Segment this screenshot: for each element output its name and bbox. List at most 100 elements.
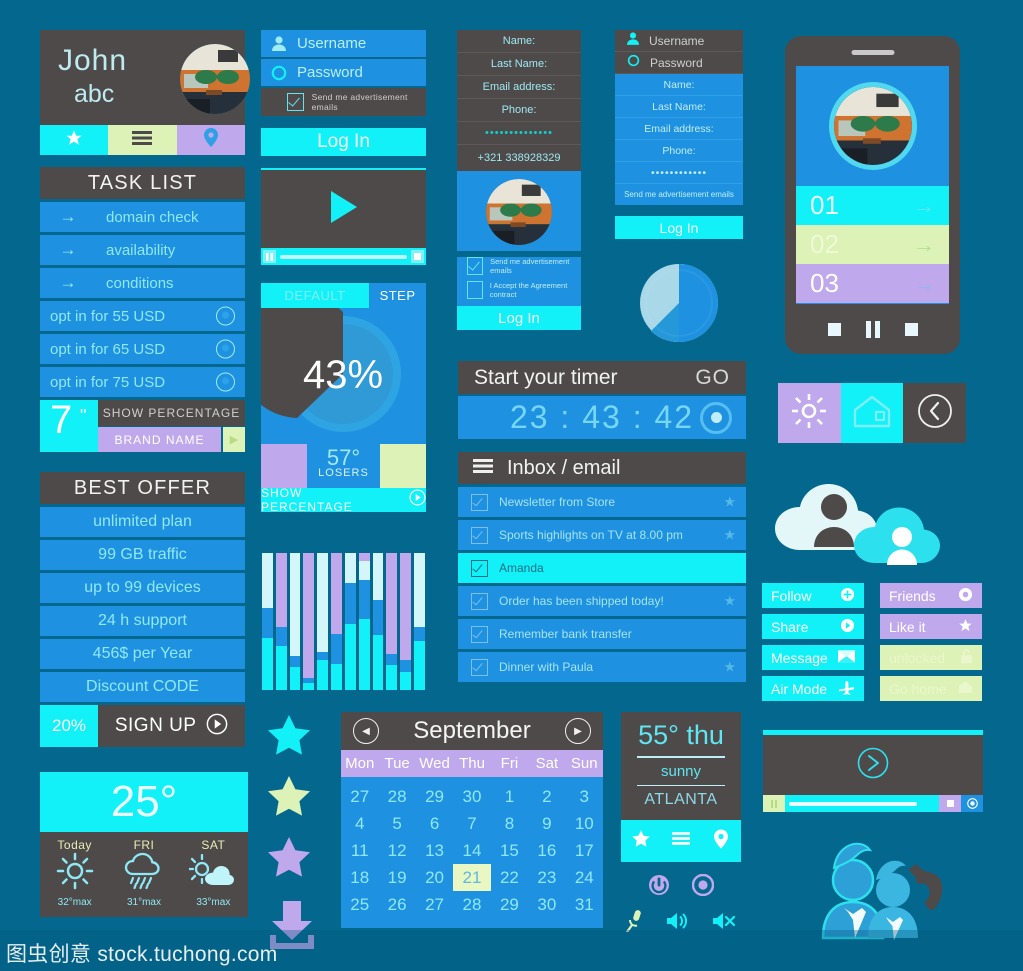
radio-button-icon[interactable] [216,339,235,359]
follow-button[interactable]: Follow [762,583,864,608]
calendar-day[interactable]: 29 [416,783,453,810]
mail-row[interactable]: Newsletter from Store ★ [458,487,746,517]
task-row-opt[interactable]: opt in for 65 USD [40,334,245,364]
calendar-day[interactable]: 10 [566,810,603,837]
brand-name-label[interactable]: BRAND NAME [98,427,221,452]
advertisement-checkbox-row[interactable]: Send me advertisement emails [261,88,426,116]
register-field[interactable]: Phone: [615,140,743,162]
stop-square-icon[interactable] [904,322,918,336]
pause-icon[interactable] [263,250,276,263]
login-button-secondary[interactable]: Log In [615,216,743,239]
go-home-button[interactable]: Go home [880,676,982,701]
calendar-day[interactable]: 25 [341,891,378,918]
register-checkbox-row[interactable]: Send me advertisement emails [467,257,581,275]
star-icon[interactable]: ★ [723,494,736,511]
task-row[interactable]: → availability [40,235,245,265]
calendar-day[interactable]: 14 [453,837,490,864]
calendar-day[interactable]: 31 [566,891,603,918]
star-icon[interactable] [265,712,327,763]
task-row[interactable]: → domain check [40,202,245,232]
register-field[interactable]: Email address: [457,76,581,99]
tile-home[interactable] [840,383,904,443]
star-icon[interactable]: ★ [723,527,736,544]
register-password-mask[interactable]: •••••••••••••• [457,122,581,145]
offer-row[interactable]: 24 h support [40,606,245,636]
register-login-button[interactable]: Log In [457,306,581,330]
profile-tab-favorites[interactable] [40,125,109,155]
register-field[interactable]: Name: [615,74,743,96]
register-field[interactable]: Email address: [615,118,743,140]
offer-row[interactable]: 456$ per Year [40,639,245,669]
calendar-day[interactable]: 20 [416,864,453,891]
pause-icon[interactable] [763,795,785,812]
play-circle-outline-icon[interactable] [857,747,889,784]
mail-row[interactable]: Sports highlights on TV at 8.00 pm ★ [458,520,746,550]
calendar-day[interactable]: 26 [378,891,415,918]
calendar-day[interactable]: 2 [528,783,565,810]
show-percentage-label[interactable]: SHOW PERCENTAGE [98,400,245,426]
radio-button-icon[interactable] [216,372,235,392]
password-field[interactable]: Password [615,52,743,74]
power-icon[interactable] [648,874,670,901]
calendar-day[interactable]: 18 [341,864,378,891]
checkbox-icon[interactable] [467,281,483,299]
tile-brightness[interactable] [778,383,841,443]
calendar-day-today[interactable]: 21 [453,864,491,891]
password-field[interactable]: Password [261,59,426,86]
show-percentage-button[interactable]: SHOW PERCENTAGE [261,486,426,514]
share-button[interactable]: Share [762,614,864,639]
calendar-day[interactable]: 23 [528,864,565,891]
calendar-day[interactable]: 22 [491,864,528,891]
mail-row[interactable]: Amanda [458,553,746,583]
calendar-day[interactable]: 27 [416,891,453,918]
register-field[interactable]: Last Name: [457,53,581,76]
register-field[interactable]: Last Name: [615,96,743,118]
calendar-day[interactable]: 29 [491,891,528,918]
task-row-opt[interactable]: opt in for 55 USD [40,301,245,331]
checkbox-icon[interactable] [471,592,488,610]
air-mode-button[interactable]: Air Mode [762,676,864,701]
video-progress-bar[interactable] [280,254,407,259]
calendar-day[interactable]: 19 [378,864,415,891]
unlocked-button[interactable]: unlocked [880,645,982,670]
checkbox-icon[interactable] [467,257,484,275]
record-circle-icon[interactable] [700,401,732,434]
checkbox-icon[interactable] [471,493,488,511]
register-checkbox-row[interactable]: I Accept the Agreement contract [467,281,581,299]
calendar-day[interactable]: 28 [378,783,415,810]
calendar-day[interactable]: 24 [566,864,603,891]
password-mask[interactable]: •••••••••••• [615,162,743,184]
stop-square-icon[interactable] [411,250,424,263]
offer-row[interactable]: up to 99 devices [40,573,245,603]
stop-square-icon[interactable] [827,322,841,336]
username-field[interactable]: Username [615,30,743,52]
chevron-right-circle-icon[interactable]: ▶ [565,718,591,744]
calendar-day[interactable]: 7 [453,810,490,837]
weather-tab-location[interactable] [701,820,741,862]
tab-default[interactable]: DEFAULT [261,283,370,308]
calendar-day[interactable]: 27 [341,783,378,810]
calendar-day[interactable]: 4 [341,810,378,837]
task-row[interactable]: → conditions [40,268,245,298]
player-progress-bar[interactable] [785,795,939,812]
mail-row[interactable]: Dinner with Paula ★ [458,652,746,682]
message-button[interactable]: Message [762,645,864,670]
star-icon[interactable]: ★ [723,659,736,676]
checkbox-icon[interactable] [471,658,488,676]
calendar-day[interactable]: 5 [378,810,415,837]
calendar-day[interactable]: 28 [453,891,490,918]
friends-button[interactable]: Friends [880,583,982,608]
tile-back[interactable] [903,383,967,443]
login-button[interactable]: Log In [261,128,426,156]
mail-row[interactable]: Order has been shipped today! ★ [458,586,746,616]
username-field[interactable]: Username [261,30,426,57]
play-arrow-icon[interactable]: ▶ [223,427,245,452]
play-triangle-icon[interactable] [329,190,359,229]
calendar-day[interactable]: 12 [378,837,415,864]
phone-menu-row[interactable]: 03 → [796,264,949,303]
calendar-day[interactable]: 1 [491,783,528,810]
chevron-left-circle-icon[interactable]: ◀ [353,718,379,744]
calendar-day[interactable]: 3 [566,783,603,810]
calendar-day[interactable]: 17 [566,837,603,864]
offer-row[interactable]: unlimited plan [40,507,245,537]
